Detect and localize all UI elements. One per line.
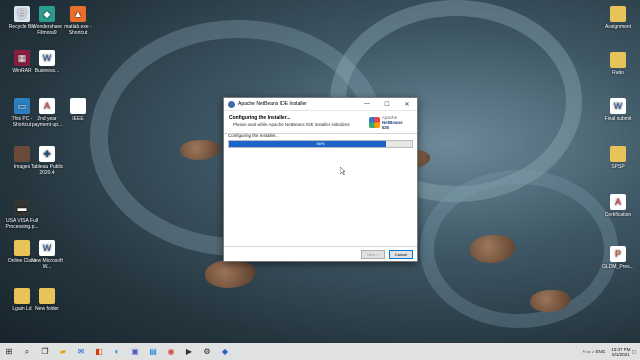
mail-icon[interactable]: ✉ <box>74 345 88 359</box>
dialog-subheading: Please wait while Apache NetBeans IDE in… <box>233 122 350 127</box>
tray-chevron-icon[interactable]: ˄ <box>582 349 585 354</box>
netbeans-cube-icon <box>369 116 380 128</box>
desktop-icon[interactable]: W Final submit <box>598 98 638 122</box>
task-view-icon[interactable]: ❐ <box>38 345 52 359</box>
water-ripple <box>420 170 618 328</box>
chrome-icon[interactable]: ◉ <box>164 345 178 359</box>
word-doc-icon: W <box>610 98 626 114</box>
cancel-button[interactable]: Cancel <box>389 250 413 259</box>
desktop-icon[interactable]: ✚ Tableau Public 2020.4 <box>27 146 67 176</box>
dialog-header: Configuring the Installer... Please wait… <box>224 111 417 134</box>
tableau-icon: ✚ <box>39 146 55 162</box>
office-icon[interactable]: ◧ <box>92 345 106 359</box>
volume-icon[interactable]: ♪ <box>592 349 594 354</box>
desktop-icon[interactable]: New folder <box>27 288 67 312</box>
store-icon[interactable]: ▤ <box>146 345 160 359</box>
dialog-titlebar[interactable]: Apache NetBeans IDE Installer — ☐ ✕ <box>224 98 417 111</box>
installer-dialog: Apache NetBeans IDE Installer — ☐ ✕ Conf… <box>223 97 418 262</box>
folder-icon <box>610 146 626 162</box>
status-text: Configuring the Installer... <box>228 133 280 138</box>
settings-icon[interactable]: ⚙ <box>200 345 214 359</box>
desktop-icon[interactable]: SPSP <box>598 146 638 170</box>
dialog-title: Apache NetBeans IDE Installer <box>238 101 307 107</box>
pdf-icon: A <box>39 98 55 114</box>
windows-start-icon[interactable]: ⊞ <box>2 345 16 359</box>
leaf <box>205 260 255 288</box>
edge-icon[interactable]: ◐ <box>110 345 124 359</box>
desktop-icon[interactable]: W Business... <box>27 50 67 74</box>
network-icon[interactable]: ▭ <box>586 349 590 355</box>
dialog-content: Configuring the Installer... 86% <box>228 133 413 148</box>
desktop-icon[interactable]: ▲ matlab.exe - Shortcut <box>58 6 98 36</box>
word-doc-icon: W <box>39 240 55 256</box>
notification-icon[interactable]: ▢ <box>632 349 636 355</box>
terminal-icon[interactable]: ▶ <box>182 345 196 359</box>
dialog-heading: Configuring the Installer... <box>229 115 291 121</box>
maximize-button[interactable]: ☐ <box>377 101 397 108</box>
desktop-icon[interactable]: Ratio <box>598 52 638 76</box>
system-tray: ˄ ▭ ♪ ENG 10:37 PM 5/1/2021 ▢ <box>582 343 636 360</box>
desktop-icon[interactable]: ▬ USA VISA Full Processing.p... <box>2 200 42 230</box>
next-button[interactable]: Next > <box>361 250 385 259</box>
close-button[interactable]: ✕ <box>397 101 417 108</box>
teams-icon[interactable]: ▣ <box>128 345 142 359</box>
desktop-icon[interactable]: Assignment <box>598 6 638 30</box>
matlab-icon: ▲ <box>70 6 86 22</box>
file-explorer-icon[interactable]: ▰ <box>56 345 70 359</box>
dialog-footer: Next > Cancel <box>224 246 417 261</box>
netbeans-logo: Apache NetBeans IDE <box>369 115 411 130</box>
presentation-icon: P <box>610 246 626 262</box>
desktop-icon[interactable]: IEEE <box>58 98 98 122</box>
progress-label: 86% <box>316 141 325 146</box>
folder-icon <box>610 52 626 68</box>
clock[interactable]: 10:37 PM 5/1/2021 <box>611 347 630 357</box>
netbeans-icon <box>228 100 235 108</box>
desktop-icon[interactable]: W New Microsoft W... <box>27 240 67 270</box>
pdf-icon: A <box>610 194 626 210</box>
clock-date: 5/1/2021 <box>612 351 630 357</box>
mouse-cursor-icon <box>340 167 345 175</box>
language-indicator[interactable]: ENG <box>595 349 605 354</box>
pdf-file-icon: ▬ <box>14 200 30 216</box>
word-doc-icon: W <box>39 50 55 66</box>
folder-icon <box>39 288 55 304</box>
filmora-icon: ◆ <box>39 6 55 22</box>
blank-file-icon <box>70 98 86 114</box>
netbeans-icon[interactable]: ◆ <box>218 345 232 359</box>
logo-bottom-text: NetBeans IDE <box>381 119 403 130</box>
progress-bar: 86% <box>228 140 413 148</box>
minimize-button[interactable]: — <box>357 101 377 107</box>
desktop-icon[interactable]: A Certification <box>598 194 638 218</box>
desktop-icon[interactable]: P GLDM_Pres... <box>598 246 638 270</box>
clock-time: 10:37 PM <box>611 346 631 352</box>
taskbar: ⊞ ⌕ ❐ ▰ ✉ ◧ ◐ ▣ ▤ ◉ ▶ ⚙ ◆ ˄ ▭ ♪ ENG 10:3… <box>0 343 640 360</box>
search-icon[interactable]: ⌕ <box>20 345 34 359</box>
folder-icon <box>610 6 626 22</box>
